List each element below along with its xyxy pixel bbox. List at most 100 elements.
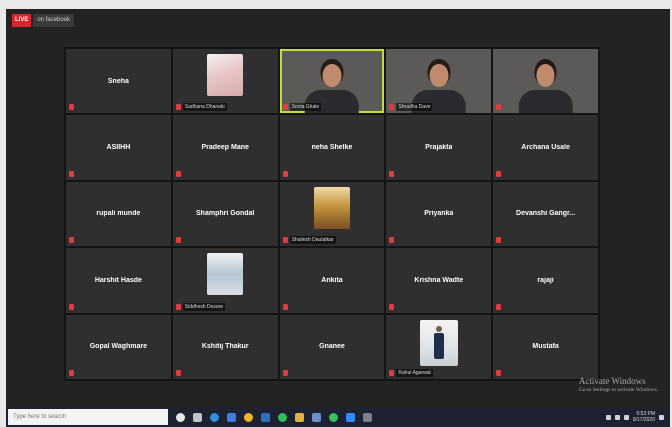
network-icon[interactable] [605,414,611,420]
muted-mic-icon [496,104,502,111]
participant-name: Gopal Waghmare [89,343,148,351]
muted-mic-icon [389,104,395,111]
battery-icon[interactable] [623,414,629,420]
participant-name: Krishna Wadte [414,276,464,284]
mail-icon[interactable] [261,412,270,422]
taskbar-app-icons [168,412,372,422]
participant-name: Priyanka [424,210,454,218]
muted-mic-icon [175,370,181,376]
participant-caption: Sadhana Dhanaki [182,103,227,112]
participant-tile[interactable]: Gnanee [279,314,385,379]
spotify-icon[interactable] [278,412,287,422]
participant-tile[interactable]: Devanshi Gangr... [493,181,598,247]
participant-tile[interactable]: Sneha [66,49,171,114]
edge-icon[interactable] [210,412,219,422]
participant-tile[interactable]: Kshitij Thakur [172,314,278,379]
volume-icon[interactable] [614,414,620,420]
participant-tile[interactable]: Shamphri Gondal [172,181,278,247]
participant-tile[interactable]: Krishna Wadte [386,248,492,313]
meeting-window: LIVE on facebook Sneha Sadhana Dhanaki Son… [6,9,670,407]
participant-tile[interactable]: Shradha Dave [386,49,492,114]
participant-caption: Shailesh Daulatkar [289,236,336,245]
clock-date: 9/17/2020 [632,417,655,423]
muted-mic-icon [389,237,395,244]
participant-tile[interactable]: ASIIHH [66,115,171,180]
taskbar-search-input[interactable]: Type here to search [8,409,168,425]
participant-name: Shamphri Gondal [196,210,255,218]
participant-tile[interactable]: Sadhana Dhanaki [172,49,278,114]
participant-name: ASIIHH [106,144,131,152]
cortana-icon[interactable] [176,412,185,422]
participant-name: Devanshi Gangr... [516,210,576,218]
muted-mic-icon [389,370,395,376]
profile-picture [207,253,244,296]
muted-mic-icon [496,303,502,310]
participant-caption: Shradha Dave [396,103,433,112]
muted-mic-icon [282,104,288,111]
notification-icon[interactable] [659,414,664,420]
participant-tile[interactable]: neha Shelke [279,115,385,180]
participant-name: Harshit Hasde [94,276,142,284]
profile-picture [313,186,350,229]
participant-tile[interactable]: Siddhesh Desare [172,248,278,313]
meeting-top-bar: LIVE on facebook [12,14,75,27]
participant-name: Ankita [321,276,343,284]
participant-tile[interactable]: rupali munde [66,181,171,247]
muted-mic-icon [69,104,74,111]
participant-tile[interactable]: Ankita [279,248,385,313]
participant-tile[interactable]: Priyanka [386,181,492,247]
participant-tile[interactable]: Rahul Agarwal [386,314,492,379]
participant-tile[interactable]: Archana Usale [493,115,598,180]
live-destination-label[interactable]: on facebook [33,14,75,27]
participant-gallery: Sneha Sadhana Dhanaki Sonia Ghale Shradha D… [64,47,600,381]
muted-mic-icon [175,303,181,310]
store-icon[interactable] [227,412,236,422]
muted-mic-icon [389,303,395,310]
activate-windows-watermark: Activate Windows Go to Settings to activ… [579,376,658,393]
participant-caption: Siddhesh Desare [182,302,226,311]
participant-tile[interactable]: Gopal Waghmare [66,314,171,379]
participant-tile[interactable]: Sonia Ghale [279,49,385,114]
participant-tile[interactable] [493,49,598,114]
participant-name: Gnanee [319,343,345,351]
participant-tile[interactable]: rajaji [493,248,598,313]
muted-mic-icon [69,303,74,310]
participant-tile[interactable]: Prajakta [386,115,492,180]
participant-tile[interactable]: Shailesh Daulatkar [279,181,385,247]
participant-tile[interactable]: Pradeep Mane [172,115,278,180]
participant-name: Kshitij Thakur [201,343,249,351]
participant-name: rajaji [537,276,554,284]
zoom-icon[interactable] [346,412,355,422]
muted-mic-icon [282,370,288,376]
watermark-subtitle: Go to Settings to activate Windows. [578,387,658,393]
muted-mic-icon [69,237,74,244]
muted-mic-icon [69,170,74,177]
photos-icon[interactable] [312,412,321,422]
muted-mic-icon [496,370,502,376]
whatsapp-icon[interactable] [329,412,338,422]
participant-video [518,62,573,114]
chrome-icon[interactable] [244,412,253,422]
explorer-icon[interactable] [295,412,304,422]
participant-caption: Rahul Agarwal [396,369,433,377]
participant-tile[interactable]: Mustafa [493,314,598,379]
system-tray: 9:53 PM 9/17/2020 [605,411,664,423]
muted-mic-icon [175,237,181,244]
participant-name: rupali munde [96,210,141,218]
task-view-icon[interactable] [193,412,202,422]
muted-mic-icon [175,170,181,177]
settings-icon[interactable] [363,412,372,422]
muted-mic-icon [496,170,502,177]
windows-taskbar: Type here to search 9:53 PM 9/17/2020 [6,407,670,427]
muted-mic-icon [496,237,502,244]
profile-picture [207,54,244,96]
participant-name: Prajakta [425,144,453,152]
participant-tile[interactable]: Harshit Hasde [66,248,171,313]
taskbar-clock[interactable]: 9:53 PM 9/17/2020 [633,411,655,423]
muted-mic-icon [282,303,288,310]
muted-mic-icon [282,170,288,177]
participant-name: Pradeep Mane [201,144,249,152]
participant-name: Archana Usale [521,144,570,152]
participant-caption: Sonia Ghale [289,103,322,112]
live-badge[interactable]: LIVE [12,14,32,27]
